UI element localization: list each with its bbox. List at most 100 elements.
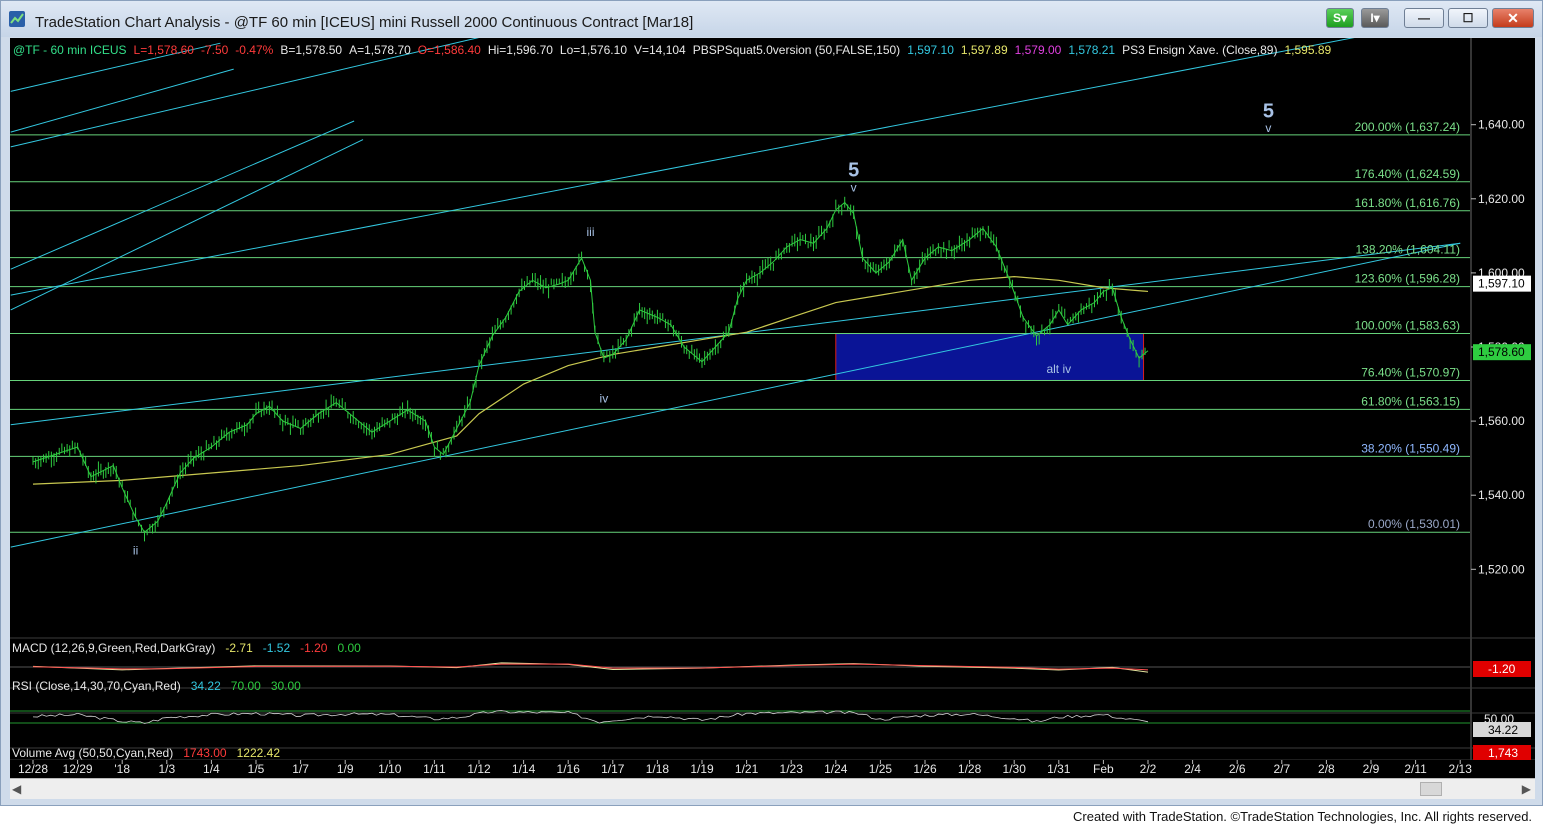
header-field-2: -7.50 — [201, 43, 229, 57]
x-tick-label: 12/29 — [63, 762, 93, 776]
x-tick-label: 1/25 — [869, 762, 893, 776]
macd-value-1: -1.52 — [263, 641, 291, 655]
svg-text:@TF - 60 min ICEUSL=1,578.60-: @TF - 60 min ICEUS L=1,578.60 -7.50 -0.47% B… — [13, 43, 1332, 57]
fib-level-label: 100.00% (1,583.63) — [1355, 319, 1460, 333]
fib-level-label: 161.80% (1,616.76) — [1355, 196, 1460, 210]
rsi-legend: RSI (Close,14,30,70,Cyan,Red) 34.22 70.00 3… — [12, 679, 301, 693]
y-tick-label: 1,540.00 — [1478, 488, 1525, 502]
macd-value-0: -2.71 — [225, 641, 253, 655]
green-s-button[interactable]: S ▾ — [1326, 8, 1354, 28]
header-field-10: PBSPSquat5.0version (50,FALSE,150) — [693, 43, 900, 57]
x-tick-label: 1/31 — [1047, 762, 1071, 776]
header-field-14: 1,578.21 — [1068, 43, 1115, 57]
x-tick-label: 1/3 — [158, 762, 175, 776]
x-tick-label: 1/11 — [423, 762, 446, 776]
fib-level-label: 0.00% (1,530.01) — [1368, 517, 1460, 531]
y-tick-label: 1,520.00 — [1478, 562, 1525, 576]
copyright-footer: Created with TradeStation. ©TradeStation… — [1073, 809, 1533, 824]
x-tick-label: 1/5 — [248, 762, 265, 776]
scroll-left-arrow-icon[interactable]: ◀ — [12, 782, 21, 796]
volume-last-value-label: 1,743 — [1488, 746, 1518, 760]
x-tick-label: 1/10 — [378, 762, 402, 776]
x-tick-label: 1/17 — [601, 762, 625, 776]
rsi-value-0: 34.22 — [191, 679, 221, 693]
x-axis: 12/28 12/29 '18 1/3 1/4 1/5 1/7 1/9 1/10 1/11 1/12… — [10, 760, 1535, 778]
dropdown-arrow-icon: ▾ — [1340, 11, 1348, 25]
header-field-15: PS3 Ensign Xave. (Close,89) — [1122, 43, 1277, 57]
header-field-0: @TF - 60 min ICEUS — [13, 43, 127, 57]
last-price-tag-label: 1,597.10 — [1478, 277, 1525, 291]
macd-title: MACD (12,26,9,Green,Red,DarkGray) — [12, 641, 215, 655]
fib-level-label: 38.20% (1,550.49) — [1361, 441, 1460, 455]
s-button-label: S — [1332, 11, 1341, 25]
wave-label: iii — [587, 225, 595, 239]
price-header-line: @TF - 60 min ICEUS L=1,578.60 -7.50 -0.47% B… — [13, 43, 1332, 57]
x-tick-label: 1/26 — [913, 762, 937, 776]
title-bar[interactable]: TradeStation Chart Analysis - @TF 60 min… — [1, 1, 1542, 37]
x-tick-label: 2/4 — [1184, 762, 1201, 776]
x-tick-label: '18 — [114, 762, 130, 776]
fib-level-label: 200.00% (1,637.24) — [1355, 120, 1460, 134]
x-tick-label: 2/13 — [1449, 762, 1473, 776]
x-tick-label: Feb — [1093, 762, 1114, 776]
last-price-tag-label: 1,578.60 — [1478, 345, 1525, 359]
x-tick-label: 1/18 — [646, 762, 670, 776]
header-field-13: 1,579.00 — [1015, 43, 1062, 57]
header-field-8: Lo=1,576.10 — [560, 43, 627, 57]
wave-label: v — [851, 180, 857, 194]
minimize-icon: — — [1418, 11, 1430, 25]
fib-level-label: 61.80% (1,563.15) — [1361, 394, 1460, 408]
header-field-9: V=14,104 — [634, 43, 686, 57]
wave-label: v — [1265, 121, 1271, 135]
fib-level-label: 138.20% (1,604.11) — [1355, 243, 1460, 257]
macd-last-value-label: -1.20 — [1488, 662, 1516, 676]
minimize-button[interactable]: — — [1404, 8, 1444, 28]
scroll-right-arrow-icon[interactable]: ▶ — [1522, 782, 1531, 796]
wave-label: iv — [600, 392, 609, 406]
x-tick-label: 2/11 — [1404, 762, 1427, 776]
x-tick-label: 1/16 — [557, 762, 581, 776]
tradestation-app-icon — [9, 11, 25, 27]
chart-area[interactable]: alt iviiiiiiv5v5v1,520.001,540.001,560.0… — [10, 38, 1535, 778]
header-field-11: 1,597.10 — [907, 43, 954, 57]
x-tick-label: 1/21 — [735, 762, 759, 776]
header-field-5: A=1,578.70 — [349, 43, 411, 57]
horizontal-scrollbar[interactable]: ◀ ▶ — [10, 778, 1535, 799]
rsi-title: RSI (Close,14,30,70,Cyan,Red) — [12, 679, 181, 693]
x-tick-label: 2/6 — [1229, 762, 1246, 776]
alt-iv-target-box — [835, 333, 1145, 381]
x-tick-label: 1/23 — [780, 762, 804, 776]
volume-value-1: 1222.42 — [237, 746, 281, 760]
chart-window: TradeStation Chart Analysis - @TF 60 min… — [0, 0, 1543, 806]
gray-i-button[interactable]: I ▾ — [1361, 8, 1389, 28]
window-title: TradeStation Chart Analysis - @TF 60 min… — [35, 14, 694, 31]
x-tick-label: 2/7 — [1273, 762, 1290, 776]
x-tick-label: 12/28 — [18, 762, 48, 776]
header-field-12: 1,597.89 — [961, 43, 1008, 57]
macd-value-3: 0.00 — [337, 641, 361, 655]
rsi-value-1: 70.00 — [231, 679, 261, 693]
dropdown-arrow-icon: ▾ — [1373, 11, 1380, 25]
header-field-1: L=1,578.60 — [134, 43, 195, 57]
x-tick-label: 1/14 — [512, 762, 536, 776]
fib-level-label: 176.40% (1,624.59) — [1355, 167, 1460, 181]
close-icon: ✕ — [1507, 9, 1519, 26]
header-field-3: -0.47% — [235, 43, 273, 57]
wave-label: ii — [133, 543, 138, 557]
x-tick-label: 1/24 — [824, 762, 848, 776]
scroll-thumb[interactable] — [1420, 782, 1442, 796]
wave-label: 5 — [848, 160, 859, 182]
x-tick-label: 1/9 — [337, 762, 354, 776]
volume-value-0: 1743.00 — [183, 746, 227, 760]
volume-legend: Volume Avg (50,50,Cyan,Red) 1743.00 1222.4… — [12, 746, 280, 760]
x-tick-label: 1/19 — [690, 762, 714, 776]
close-button[interactable]: ✕ — [1492, 8, 1534, 28]
x-tick-label: 1/4 — [203, 762, 220, 776]
header-field-7: Hi=1,596.70 — [488, 43, 553, 57]
maximize-button[interactable]: ☐ — [1448, 8, 1488, 28]
header-field-4: B=1,578.50 — [280, 43, 342, 57]
x-tick-label: 1/7 — [292, 762, 309, 776]
rsi-value-2: 30.00 — [271, 679, 301, 693]
fib-level-label: 76.40% (1,570.97) — [1361, 365, 1460, 379]
x-tick-label: 1/12 — [467, 762, 491, 776]
